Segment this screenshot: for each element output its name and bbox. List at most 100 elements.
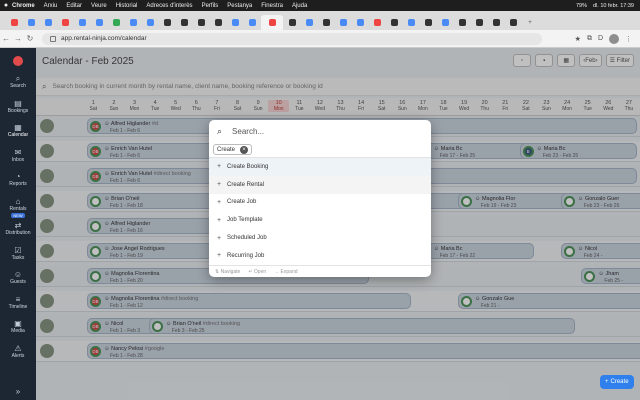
browser-tab[interactable] <box>176 15 192 30</box>
menu-historial[interactable]: Historial <box>116 3 138 9</box>
kebab-menu-icon[interactable]: ⋮ <box>625 35 632 43</box>
sidebar-item-tasks[interactable]: ☑ Tasks <box>5 246 30 271</box>
browser-tab-active[interactable] <box>261 15 283 30</box>
sidebar-item-alerts[interactable]: ⚠ Alerts <box>5 344 30 369</box>
browser-tab[interactable] <box>420 15 436 30</box>
plus-icon: + <box>217 234 222 242</box>
sidebar-icon: ◔ <box>15 172 21 181</box>
avatar[interactable] <box>609 33 619 44</box>
browser-tab[interactable] <box>488 15 504 30</box>
browser-tab[interactable] <box>91 15 107 30</box>
os-menubar: ● Chrome Arxiu Editar Veure Historial Ad… <box>0 0 640 11</box>
sidebar-item-calendar[interactable]: ▦ Calendar <box>5 123 30 148</box>
browser-tab[interactable] <box>108 15 124 30</box>
browser-tab[interactable] <box>142 15 158 30</box>
apple-icon[interactable]: ● <box>0 2 12 9</box>
browser-tab[interactable] <box>284 15 300 30</box>
profile-letter[interactable]: D <box>598 35 603 42</box>
browser-tab[interactable] <box>335 15 351 30</box>
palette-search-input[interactable]: Search... <box>232 127 264 136</box>
app-logo[interactable] <box>13 56 23 66</box>
browser-tab[interactable] <box>352 15 368 30</box>
new-tab-button[interactable]: + <box>522 15 538 30</box>
browser-tab[interactable] <box>244 15 260 30</box>
sidebar-item-label: Inbox <box>11 156 25 163</box>
reload-icon[interactable]: ↻ <box>24 34 36 43</box>
sidebar-icon: ▤ <box>14 98 22 108</box>
sidebar-item-bookings[interactable]: ▤ Bookings <box>5 99 30 124</box>
browser-tab[interactable] <box>193 15 209 30</box>
sidebar-item-search[interactable]: ⌕ Search <box>5 74 30 99</box>
menu-arxiu[interactable]: Arxiu <box>44 3 58 9</box>
url-input[interactable]: app.rental-ninja.com/calendar <box>42 32 542 45</box>
palette-item-create-rental[interactable]: + Create Rental <box>209 175 431 194</box>
site-info-icon[interactable] <box>50 35 56 42</box>
sidebar-item-label: Calendar <box>7 132 29 138</box>
create-fab-label: Create <box>610 379 629 385</box>
sidebar-item-guests[interactable]: ☺ Guests <box>5 270 30 295</box>
menu-editar[interactable]: Editar <box>66 3 82 9</box>
browser-tab[interactable] <box>386 15 402 30</box>
sidebar-icon: ☺ <box>13 270 23 279</box>
palette-item-create-booking[interactable]: + Create Booking <box>209 158 431 176</box>
plus-icon: + <box>217 216 222 224</box>
browser-tab[interactable] <box>40 15 56 30</box>
menu-ajuda[interactable]: Ajuda <box>292 3 307 9</box>
menu-pestanya[interactable]: Pestanya <box>227 3 252 9</box>
menu-chrome[interactable]: Chrome <box>12 3 35 9</box>
sidebar-item-label: Search <box>10 83 26 89</box>
menu-veure[interactable]: Veure <box>91 3 107 9</box>
browser-tab[interactable] <box>437 15 453 30</box>
forward-icon[interactable]: → <box>12 34 24 43</box>
sidebar-icon: ⚠ <box>14 343 22 353</box>
create-fab-button[interactable]: + Create <box>600 375 634 389</box>
palette-item-create-job[interactable]: + Create Job <box>209 194 431 212</box>
command-palette: ⌕ Search... Create × + Create Booking + C… <box>209 120 431 277</box>
close-icon[interactable]: × <box>240 145 249 154</box>
browser-tab[interactable] <box>505 15 521 30</box>
filter-chip-create[interactable]: Create × <box>213 144 253 155</box>
browser-tab[interactable] <box>301 15 317 30</box>
browser-tab[interactable] <box>125 15 141 30</box>
search-icon: ⌕ <box>217 125 223 136</box>
browser-tab[interactable] <box>471 15 487 30</box>
sidebar-item-label: Tasks <box>11 254 25 261</box>
browser-tab[interactable] <box>57 15 73 30</box>
bookmark-star-icon[interactable]: ★ <box>575 35 581 43</box>
extension-icon[interactable]: ⧉ <box>587 35 592 43</box>
sidebar-item-media[interactable]: ▣ Media <box>5 319 30 344</box>
sidebar-item-label: Media <box>11 328 25 334</box>
browser-tab[interactable] <box>23 15 39 30</box>
browser-tab[interactable] <box>159 15 175 30</box>
sidebar-icon: ▦ <box>14 123 22 132</box>
menu-finestra[interactable]: Finestra <box>261 3 283 9</box>
browser-tab[interactable] <box>210 15 226 30</box>
collapse-sidebar-icon[interactable]: » <box>16 387 20 396</box>
back-icon[interactable]: ← <box>0 34 12 43</box>
browser-tab[interactable] <box>74 15 90 30</box>
sidebar-item-inbox[interactable]: ✉ Inbox <box>5 148 30 173</box>
menu-perfils[interactable]: Perfils <box>202 3 219 9</box>
browser-tab[interactable] <box>6 15 22 30</box>
new-badge: NEW <box>11 212 25 218</box>
menu-adreces[interactable]: Adreces d'interès <box>146 3 192 9</box>
app-sidebar: ⌕ Search ▤ Bookings ▦ Calendar ✉ Inbox ◔ Rep… <box>0 48 36 400</box>
sidebar-icon: ☑ <box>14 245 22 255</box>
palette-item-scheduled-job[interactable]: + Scheduled Job <box>209 229 431 247</box>
battery-text: 79% <box>576 2 588 9</box>
palette-item-recurring-job[interactable]: + Recurring Job <box>209 247 431 265</box>
browser-tab[interactable] <box>369 15 385 30</box>
browser-tab[interactable] <box>454 15 470 30</box>
sidebar-item-rentals[interactable]: ⌂ Rentals NEW <box>5 197 30 222</box>
palette-item-job-template[interactable]: + Job Template <box>209 211 431 229</box>
sidebar-item-distribution[interactable]: ⇄ Distribution <box>5 221 30 246</box>
expand-hint: → Expand <box>274 268 298 275</box>
browser-tab[interactable] <box>227 15 243 30</box>
browser-tab[interactable] <box>403 15 419 30</box>
palette-footer: ⇅ Navigate ↵ Open → Expand <box>209 265 431 277</box>
address-bar: ← → ↻ app.rental-ninja.com/calendar ★ ⧉ … <box>0 30 640 48</box>
palette-search[interactable]: ⌕ Search... <box>209 120 431 142</box>
browser-tab[interactable] <box>318 15 334 30</box>
sidebar-item-timeline[interactable]: ≡ Timeline <box>5 295 30 320</box>
sidebar-item-reports[interactable]: ◔ Reports <box>5 172 30 197</box>
